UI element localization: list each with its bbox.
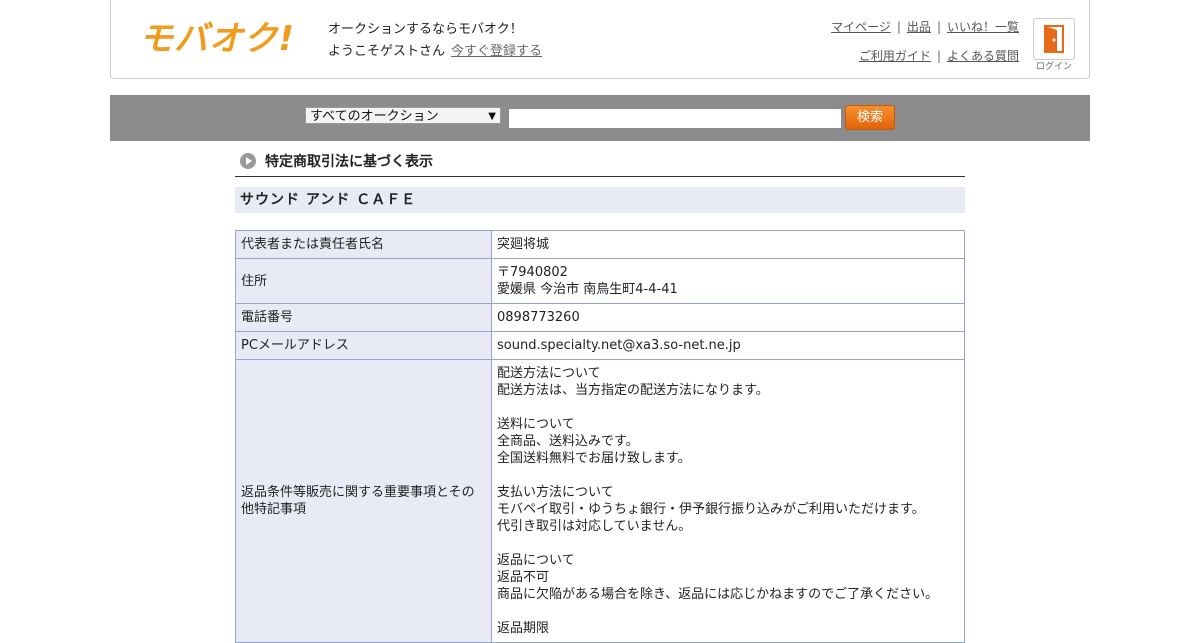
row-value: sound.specialty.net@xa3.so-net.ne.jp (491, 331, 965, 360)
nav-guide[interactable]: ご利用ガイド (859, 49, 931, 63)
door-icon (1044, 25, 1064, 53)
table-row: 返品条件等販売に関する重要事項とその他特記事項 配送方法について 配送方法は、当… (235, 359, 965, 643)
row-label: 住所 (235, 258, 492, 304)
shop-name: サウンド アンド ＣＡＦＥ (235, 187, 965, 213)
search-input[interactable] (508, 108, 842, 129)
row-label: PCメールアドレス (235, 331, 492, 360)
table-row: 住所 〒7940802 愛媛県 今治市 南鳥生町4-4-41 (235, 258, 965, 304)
category-select[interactable]: すべてのオークション ▼ (305, 107, 501, 124)
table-row: 電話番号 0898773260 (235, 303, 965, 332)
nav-likes[interactable]: いいね！一覧 (947, 20, 1019, 34)
page-title: 特定商取引法に基づく表示 (235, 148, 965, 177)
commerce-info-table: 代表者または責任者氏名 突廻将城 住所 〒7940802 愛媛県 今治市 南鳥生… (235, 230, 965, 643)
table-row: PCメールアドレス sound.specialty.net@xa3.so-net… (235, 331, 965, 360)
chevron-down-icon: ▼ (488, 111, 496, 122)
row-label: 電話番号 (235, 303, 492, 332)
play-arrow-icon (240, 153, 256, 169)
login-button[interactable] (1033, 18, 1075, 60)
row-value: 〒7940802 愛媛県 今治市 南鳥生町4-4-41 (491, 258, 965, 304)
site-header: モバオク! オークションするならモバオク！ ようこそゲストさん 今すぐ登録する マ… (110, 0, 1090, 79)
tagline: オークションするならモバオク！ (328, 22, 523, 37)
nav-sell[interactable]: 出品 (907, 20, 931, 34)
header-nav-bottom: ご利用ガイド | よくある質問 (858, 49, 1019, 63)
row-label: 代表者または責任者氏名 (235, 230, 492, 259)
login-label: ログイン (1035, 62, 1072, 72)
header-nav-top: マイページ | 出品 | いいね！一覧 (831, 20, 1019, 34)
row-value: 配送方法について 配送方法は、当方指定の配送方法になります。 送料について 全商… (491, 359, 965, 643)
row-value: 突廻将城 (491, 230, 965, 259)
site-logo[interactable]: モバオク! (139, 19, 295, 59)
row-label: 返品条件等販売に関する重要事項とその他特記事項 (235, 359, 492, 643)
search-button[interactable]: 検索 (845, 105, 895, 130)
register-link[interactable]: 今すぐ登録する (451, 44, 542, 59)
category-value: すべてのオークション (310, 109, 439, 124)
search-bar: すべてのオークション ▼ 検索 (110, 95, 1090, 141)
table-row: 代表者または責任者氏名 突廻将城 (235, 230, 965, 259)
welcome-text: ようこそゲストさん 今すぐ登録する (328, 40, 542, 59)
welcome-label: ようこそゲストさん (328, 44, 446, 59)
page-title-text: 特定商取引法に基づく表示 (265, 154, 433, 170)
row-value: 0898773260 (491, 303, 965, 332)
nav-faq[interactable]: よくある質問 (947, 49, 1019, 63)
nav-mypage[interactable]: マイページ (831, 20, 891, 34)
